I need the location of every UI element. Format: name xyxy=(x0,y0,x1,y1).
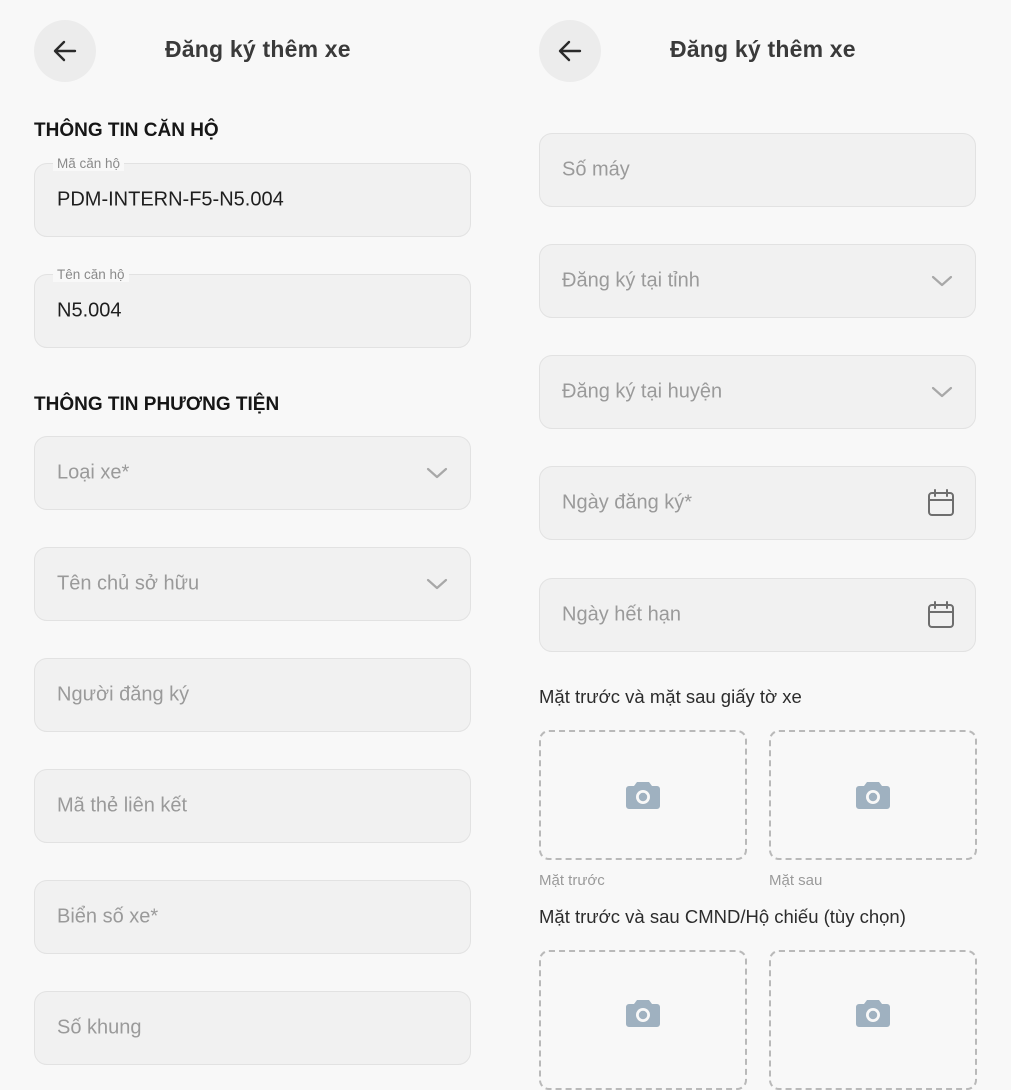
engine-number-input[interactable]: Số máy xyxy=(539,133,976,207)
vehicle-type-select[interactable]: Loại xe* xyxy=(34,436,471,510)
registrant-input[interactable]: Người đăng ký xyxy=(34,658,471,732)
chevron-down-icon xyxy=(931,386,953,398)
chevron-down-icon xyxy=(426,467,448,479)
apartment-name-label: Tên căn hộ xyxy=(53,267,129,282)
expiry-date-placeholder: Ngày hết hạn xyxy=(562,603,681,626)
registration-date-placeholder: Ngày đăng ký* xyxy=(562,491,693,514)
chevron-down-icon xyxy=(426,578,448,590)
back-button[interactable] xyxy=(539,20,601,82)
engine-number-placeholder: Số máy xyxy=(562,158,630,181)
link-card-input[interactable]: Mã thẻ liên kết xyxy=(34,769,471,843)
apartment-code-field[interactable]: Mã căn hộ PDM-INTERN-F5-N5.004 xyxy=(34,156,471,237)
arrow-left-icon xyxy=(53,40,77,62)
camera-icon xyxy=(626,782,660,809)
calendar-icon xyxy=(928,601,954,628)
frame-number-input[interactable]: Số khung xyxy=(34,991,471,1065)
camera-icon xyxy=(856,782,890,809)
camera-icon xyxy=(856,1000,890,1027)
arrow-left-icon xyxy=(558,40,582,62)
apartment-name-value: N5.004 xyxy=(57,299,122,322)
id-doc-back-upload[interactable] xyxy=(769,950,977,1090)
chevron-down-icon xyxy=(931,275,953,287)
plate-input[interactable]: Biển số xe* xyxy=(34,880,471,954)
apartment-code-label: Mã căn hộ xyxy=(53,156,125,171)
vehicle-doc-front-upload[interactable] xyxy=(539,730,747,860)
back-side-label: Mặt sau xyxy=(769,872,823,889)
province-placeholder: Đăng ký tại tỉnh xyxy=(562,269,700,292)
page-title: Đăng ký thêm xe xyxy=(165,36,351,62)
id-doc-front-upload[interactable] xyxy=(539,950,747,1090)
expiry-date-picker[interactable]: Ngày hết hạn xyxy=(539,578,976,652)
plate-placeholder: Biển số xe* xyxy=(57,905,159,928)
back-button[interactable] xyxy=(34,20,96,82)
vehicle-type-placeholder: Loại xe* xyxy=(57,461,130,484)
link-card-placeholder: Mã thẻ liên kết xyxy=(57,794,188,817)
apartment-code-value: PDM-INTERN-F5-N5.004 xyxy=(57,188,284,211)
right-screen: Đăng ký thêm xe Số máy Đăng ký tại tỉnh … xyxy=(505,0,1011,1090)
frame-number-placeholder: Số khung xyxy=(57,1016,142,1039)
left-screen: Đăng ký thêm xe THÔNG TIN CĂN HỘ Mã căn … xyxy=(0,0,505,1079)
calendar-icon xyxy=(928,489,954,516)
camera-icon xyxy=(626,1000,660,1027)
owner-name-select[interactable]: Tên chủ sở hữu xyxy=(34,547,471,621)
section-title-vehicle: THÔNG TIN PHƯƠNG TIỆN xyxy=(34,394,280,415)
vehicle-docs-title: Mặt trước và mặt sau giấy tờ xe xyxy=(539,686,802,707)
section-title-apartment: THÔNG TIN CĂN HỘ xyxy=(34,120,219,141)
province-select[interactable]: Đăng ký tại tỉnh xyxy=(539,244,976,318)
front-side-label: Mặt trước xyxy=(539,872,605,889)
id-docs-title: Mặt trước và sau CMND/Hộ chiếu (tùy chọn… xyxy=(539,906,906,927)
apartment-name-field[interactable]: Tên căn hộ N5.004 xyxy=(34,267,471,348)
registration-date-picker[interactable]: Ngày đăng ký* xyxy=(539,466,976,540)
registrant-placeholder: Người đăng ký xyxy=(57,683,190,706)
district-select[interactable]: Đăng ký tại huyện xyxy=(539,355,976,429)
page-title: Đăng ký thêm xe xyxy=(670,36,856,62)
owner-name-placeholder: Tên chủ sở hữu xyxy=(57,572,200,595)
vehicle-doc-back-upload[interactable] xyxy=(769,730,977,860)
district-placeholder: Đăng ký tại huyện xyxy=(562,380,723,403)
